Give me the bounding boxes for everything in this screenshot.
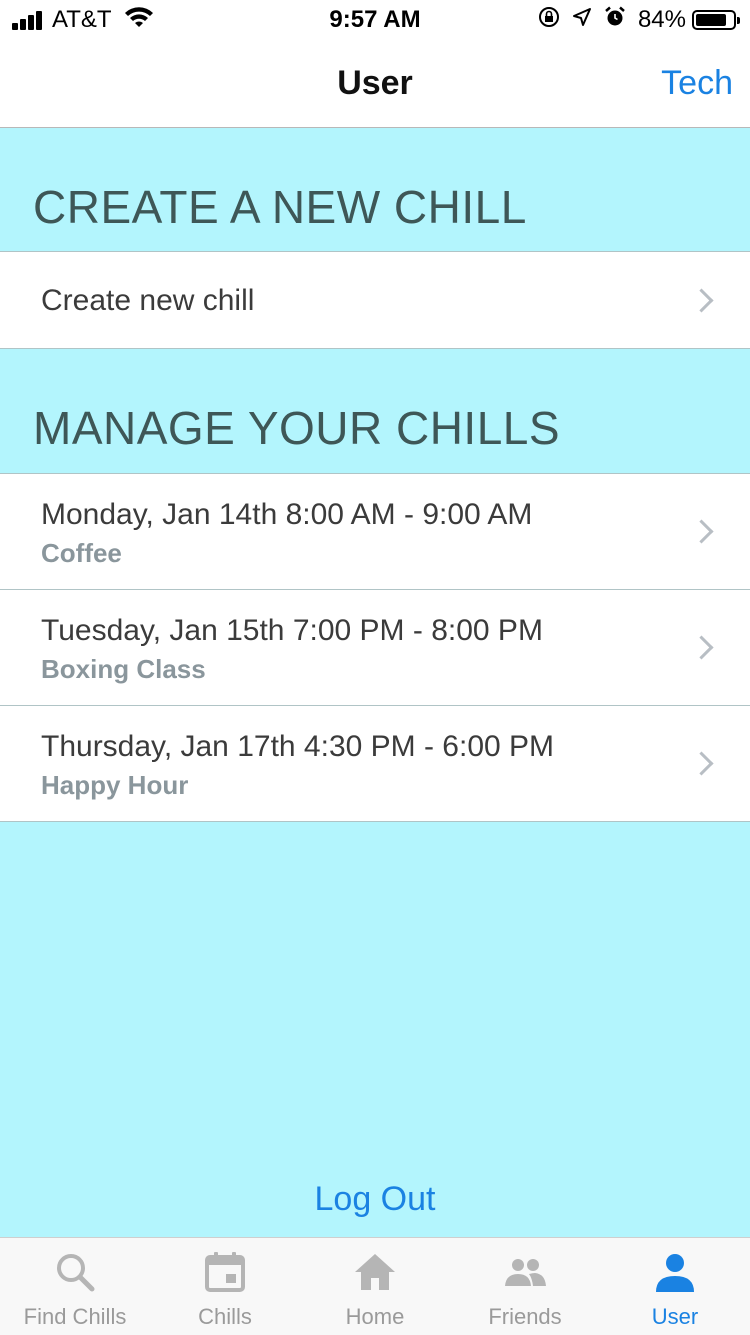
tab-find-chills[interactable]: Find Chills [0,1238,150,1335]
battery-cap [737,17,740,24]
page-title: User [337,64,413,102]
chill-name: Happy Hour [41,770,189,800]
battery-percent: 84% [637,6,686,33]
chevron-right-icon [689,751,714,776]
create-new-chill-label: Create new chill [41,284,255,317]
status-bar: AT&T 9:57 AM 84% [0,0,750,40]
battery-fill [696,14,726,26]
battery-icon [692,10,740,30]
search-icon [57,1254,95,1292]
manage-section-title: MANAGE YOUR CHILLS [33,402,561,454]
chill-name: Boxing Class [41,654,206,684]
create-section-header: CREATE A NEW CHILL [0,128,750,251]
rotation-lock-icon [538,6,560,34]
location-icon [572,7,592,33]
logout-button[interactable]: Log Out [0,1180,750,1219]
tab-home[interactable]: Home [300,1238,450,1335]
tab-friends[interactable]: Friends [450,1238,600,1335]
home-icon [355,1254,395,1290]
chevron-right-icon [689,635,714,660]
chill-row-1[interactable]: Tuesday, Jan 15th 7:00 PM - 8:00 PM Boxi… [0,589,750,706]
tab-label: User [651,1304,699,1329]
chill-time: Tuesday, Jan 15th 7:00 PM - 8:00 PM [41,614,543,647]
chill-row-0[interactable]: Monday, Jan 14th 8:00 AM - 9:00 AM Coffe… [0,473,750,590]
tab-label: Chills [198,1304,252,1329]
chill-time: Thursday, Jan 17th 4:30 PM - 6:00 PM [41,730,555,763]
tech-button[interactable]: Tech [661,64,733,103]
create-new-chill-row[interactable]: Create new chill [0,251,750,349]
chill-time: Monday, Jan 14th 8:00 AM - 9:00 AM [41,498,533,531]
tab-bar: Find Chills Chills Home Friends User [0,1237,750,1335]
navigation-bar: User Tech [0,40,750,128]
status-right: 84% [526,6,740,34]
chevron-right-icon [689,288,714,313]
tab-chills[interactable]: Chills [150,1238,300,1335]
alarm-icon [604,6,626,34]
chill-row-2[interactable]: Thursday, Jan 17th 4:30 PM - 6:00 PM Hap… [0,705,750,822]
tab-label: Friends [488,1304,562,1329]
tab-user[interactable]: User [600,1238,750,1335]
manage-section-header: MANAGE YOUR CHILLS [0,349,750,473]
tab-label: Find Chills [23,1304,127,1329]
tab-label: Home [345,1304,405,1329]
user-icon [656,1254,694,1292]
friends-icon [505,1259,546,1286]
chevron-right-icon [689,519,714,544]
create-section-title: CREATE A NEW CHILL [33,181,527,233]
chill-name: Coffee [41,538,122,568]
calendar-icon [205,1252,245,1292]
